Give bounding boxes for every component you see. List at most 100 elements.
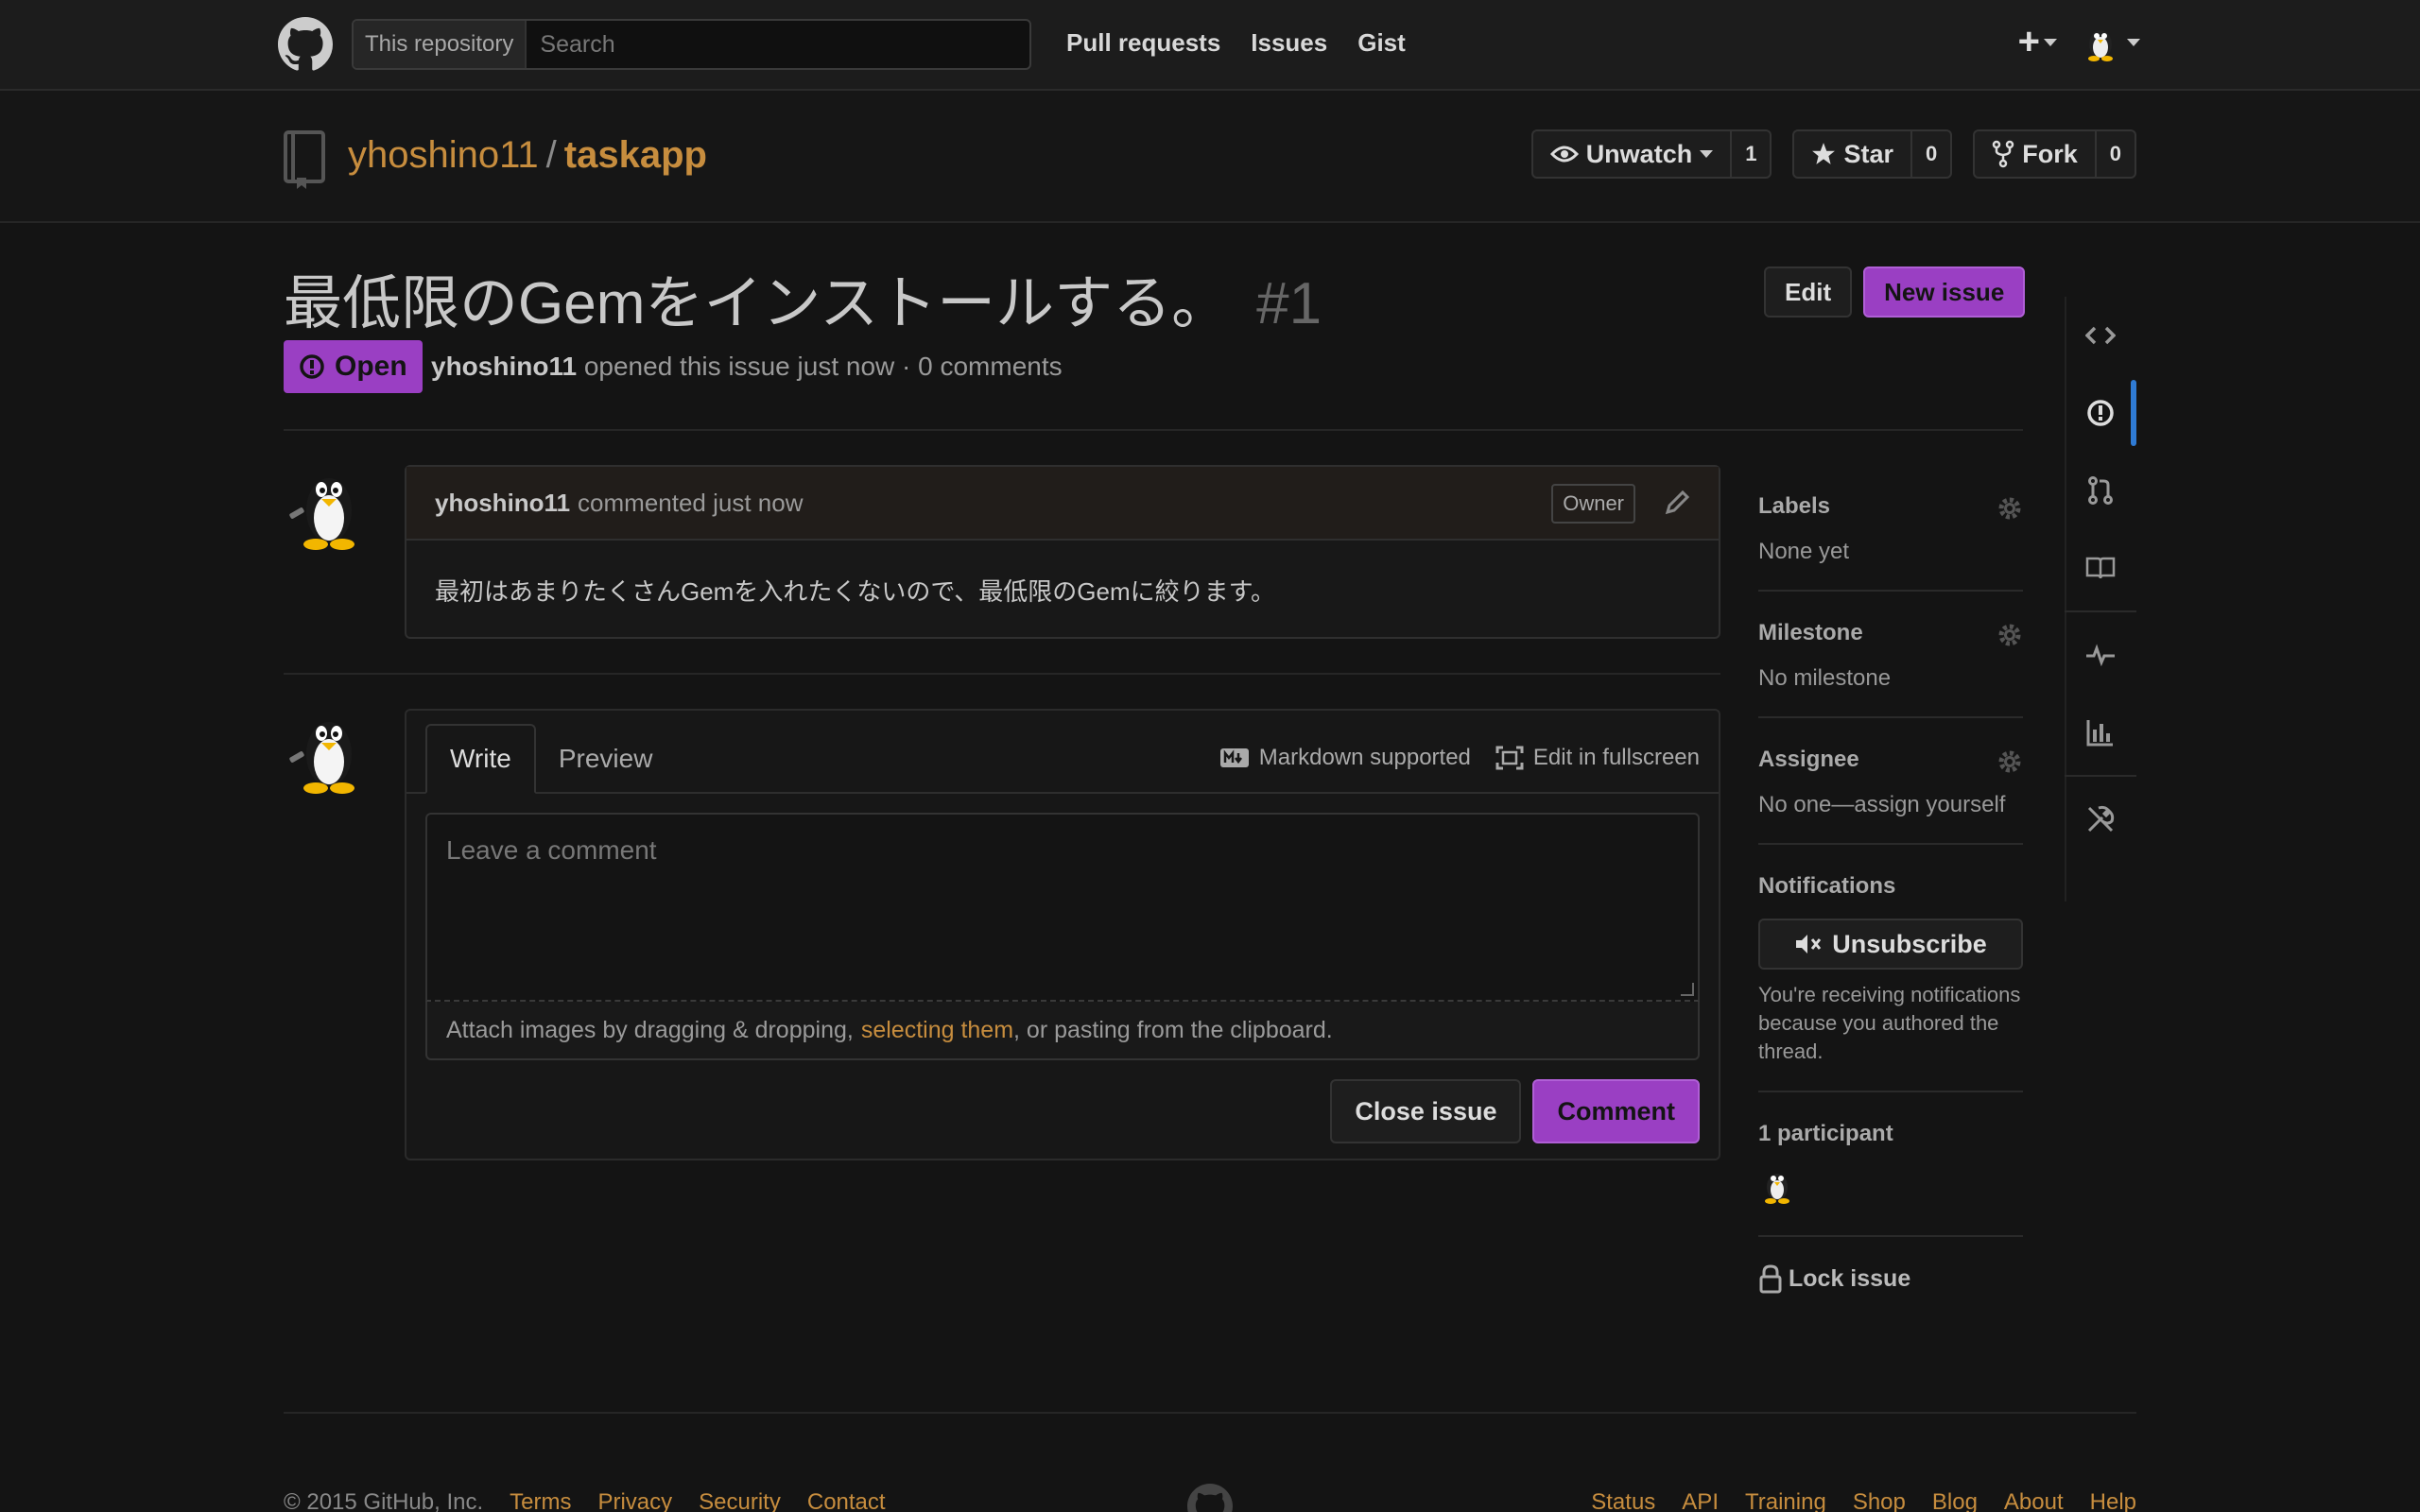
penguin-avatar-icon [2088,29,2113,61]
repo-nav-rail [2065,297,2136,858]
footer-link-api[interactable]: API [1682,1489,1719,1512]
fork-count[interactable]: 0 [2097,131,2135,177]
attach-images-bar: Attach images by dragging & dropping, se… [425,1002,1700,1060]
footer-github-logo-icon[interactable] [1187,1484,1233,1512]
rail-settings[interactable] [2065,781,2136,858]
footer-link-blog[interactable]: Blog [1932,1489,1978,1512]
rail-separator [2065,610,2136,612]
form-actions: Close issue Comment [1330,1079,1700,1143]
rail-pulse[interactable] [2065,616,2136,694]
star-button[interactable]: Star [1794,131,1912,177]
comment-author-avatar[interactable] [282,461,372,552]
comment-header: yhoshino11 commented just now Owner [406,467,1719,541]
footer-link-about[interactable]: About [2004,1489,2064,1512]
fork-button[interactable]: Fork [1975,131,2097,177]
code-icon [2085,326,2116,345]
copyright: © 2015 GitHub, Inc. [284,1489,484,1512]
issue-sidebar: Labels None yet Milestone No milestone A… [1758,482,2023,1294]
labels-title: Labels [1758,493,1831,519]
comment-textarea-wrapper [425,813,1700,1002]
comment-timestamp: commented just now [578,488,804,517]
new-comment-form: Write Preview Markdown supported Edit in… [405,709,1720,1160]
unwatch-label: Unwatch [1585,139,1693,168]
timeline-divider [284,673,1720,675]
comment-tabs: Write Preview [425,724,675,794]
top-header: This repository Pull requests Issues Gis… [0,0,2420,91]
rail-graphs[interactable] [2065,694,2136,771]
pencil-icon[interactable] [1664,488,1692,523]
tools-icon [2087,805,2115,833]
footer-link-training[interactable]: Training [1745,1489,1826,1512]
unsubscribe-button[interactable]: Unsubscribe [1758,919,2023,970]
close-issue-button[interactable]: Close issue [1330,1079,1522,1143]
rail-issues[interactable] [2065,374,2136,452]
comment-author-link[interactable]: yhoshino11 [435,489,570,518]
nav-pull-requests[interactable]: Pull requests [1066,28,1220,58]
footer-divider [284,1412,2136,1414]
lock-issue-label: Lock issue [1789,1264,1911,1292]
footer-link-security[interactable]: Security [699,1489,781,1512]
issue-title-text: 最低限のGemをインストールする。 [284,271,1231,336]
rail-wiki[interactable] [2065,529,2136,607]
lock-issue-link[interactable]: Lock issue [1758,1237,2023,1294]
new-issue-button[interactable]: New issue [1863,266,2026,318]
rail-code[interactable] [2065,297,2136,374]
footer-link-privacy[interactable]: Privacy [597,1489,672,1512]
footer-link-contact[interactable]: Contact [807,1489,886,1512]
comment-card: yhoshino11 commented just now Owner 最初はあ… [405,465,1720,639]
fullscreen-label: Edit in fullscreen [1532,745,1700,770]
resize-handle-icon[interactable] [1681,983,1694,996]
penguin-avatar-icon [289,722,354,794]
search-box: This repository [352,19,1031,70]
create-new-button[interactable]: + [2018,21,2057,63]
issue-meta-text: opened this issue just now · 0 comments [583,352,1063,381]
footer-link-shop[interactable]: Shop [1853,1489,1906,1512]
assign-yourself-link[interactable]: No one—assign yourself [1758,792,2023,818]
penguin-avatar-icon [1765,1174,1789,1204]
star-count[interactable]: 0 [1912,131,1950,177]
plus-icon: + [2017,21,2040,62]
user-avatar-dropdown[interactable] [2082,24,2140,61]
editor-tools: Markdown supported Edit in fullscreen [1219,745,1700,771]
search-scope-label[interactable]: This repository [354,21,527,68]
milestone-value: No milestone [1758,665,1892,691]
owner-badge: Owner [1551,484,1635,524]
watch-count[interactable]: 1 [1732,131,1770,177]
search-input[interactable] [527,21,1029,68]
comment-body: 最初はあまりたくさんGemを入れたくないので、最低限のGemに絞ります。 [435,577,1276,606]
fullscreen-icon [1495,746,1524,770]
notifications-section: Notifications Unsubscribe You're receivi… [1758,845,2023,1092]
repo-owner-link[interactable]: yhoshino11 [348,134,539,176]
gear-icon[interactable] [1996,748,2023,782]
nav-gist[interactable]: Gist [1357,28,1406,58]
footer-link-status[interactable]: Status [1591,1489,1655,1512]
gear-icon[interactable] [1996,495,2023,528]
select-files-link[interactable]: selecting them [861,1017,1013,1044]
edit-button[interactable]: Edit [1764,266,1853,318]
status-label: Open [335,351,407,382]
attach-text-after: , or pasting from the clipboard. [1013,1016,1333,1043]
comment-textarea[interactable] [427,815,1698,1000]
issue-number: #1 [1256,271,1322,336]
gear-icon[interactable] [1996,622,2023,655]
markdown-supported-link[interactable]: Markdown supported [1219,745,1471,771]
tab-preview[interactable]: Preview [536,724,676,794]
participant-avatar[interactable] [1758,1174,1796,1210]
issue-header-actions: Edit New issue [1764,266,2026,318]
footer-link-help[interactable]: Help [2090,1489,2136,1512]
participants-section: 1 participant [1758,1092,2023,1237]
comment-button[interactable]: Comment [1532,1079,1700,1143]
github-logo-icon[interactable] [278,17,333,72]
fork-icon [1992,140,2014,168]
unwatch-button[interactable]: Unwatch [1533,131,1733,177]
nav-issues[interactable]: Issues [1251,28,1327,58]
milestone-title: Milestone [1758,620,1863,645]
footer-link-terms[interactable]: Terms [510,1489,571,1512]
issue-author-link[interactable]: yhoshino11 [431,352,577,381]
repo-name-link[interactable]: taskapp [564,134,707,176]
tab-write[interactable]: Write [425,724,536,794]
assignee-title: Assignee [1758,747,1859,772]
fullscreen-link[interactable]: Edit in fullscreen [1495,745,1700,771]
unsubscribe-label: Unsubscribe [1832,929,1987,958]
rail-pull-requests[interactable] [2065,452,2136,529]
